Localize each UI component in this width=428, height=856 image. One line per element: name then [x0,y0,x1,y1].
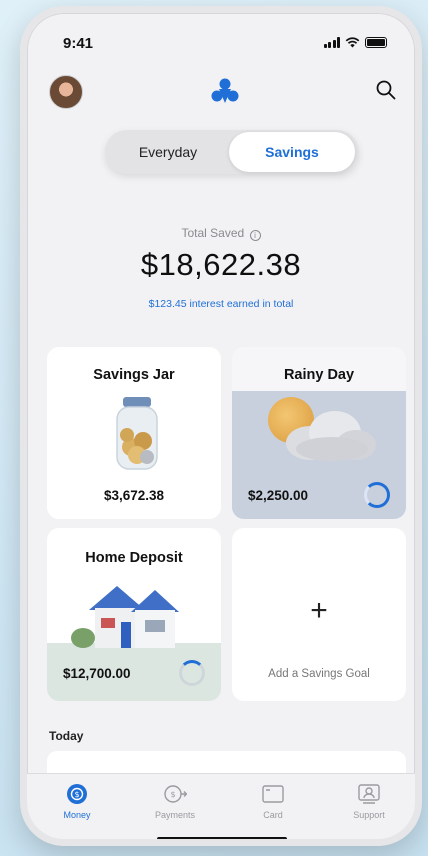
tab-label: Card [263,810,283,820]
phone-frame: 9:41 Everyday Savings Total Saved i $18,… [20,6,422,846]
progress-ring [364,482,390,508]
app-logo-icon [211,78,239,103]
tab-support[interactable]: Support [333,782,405,820]
goal-card-home-deposit[interactable]: Home Deposit $12,700.00 [47,528,221,701]
support-icon [358,784,380,804]
goal-title: Home Deposit [85,550,183,566]
segment-savings[interactable]: Savings [229,132,355,172]
account-segmented-control: Everyday Savings [105,130,359,174]
tab-card[interactable]: Card [237,782,309,820]
info-icon[interactable]: i [249,230,261,241]
tab-bar: $ Money $ Payments Card Support [27,773,415,839]
card-icon [262,785,284,803]
add-goal-label: Add a Savings Goal [268,668,370,680]
status-time: 9:41 [63,35,94,52]
money-icon: $ [67,784,87,804]
total-saved-text: Total Saved [181,226,245,240]
search-icon[interactable] [375,79,397,101]
house-icon [71,586,179,648]
progress-ring [179,660,205,686]
battery-icon [365,37,387,48]
payments-icon: $ [164,785,187,803]
svg-text:$: $ [170,790,175,799]
svg-text:$: $ [74,790,79,799]
goal-title: Rainy Day [283,367,355,383]
tab-money[interactable]: $ Money [41,782,113,820]
home-indicator[interactable] [157,837,287,839]
tab-label: Support [353,810,385,820]
goal-card-rainy-day[interactable]: Rainy Day $2,250.00 [232,347,406,519]
interest-earned-text[interactable]: $123.45 interest earned in total [27,298,415,310]
total-saved-label: Total Saved i [27,226,415,241]
tab-payments[interactable]: $ Payments [139,782,211,820]
goal-title: Savings Jar [93,367,175,383]
profile-avatar[interactable] [49,75,83,109]
goal-amount: $3,672.38 [103,488,165,503]
signal-icon [323,37,340,48]
today-heading: Today [49,729,84,743]
add-savings-goal-card[interactable]: + Add a Savings Goal [232,528,406,701]
wifi-icon [345,37,360,48]
status-icons [323,37,387,48]
goal-amount: $2,250.00 [248,488,309,503]
goal-amount: $12,700.00 [63,666,131,681]
cloud-icon [286,411,376,461]
total-saved-amount: $18,622.38 [140,247,302,282]
goal-card-savings-jar[interactable]: Savings Jar $3,672.38 [47,347,221,519]
tab-label: Payments [154,810,196,820]
jar-icon [116,397,158,470]
segment-everyday[interactable]: Everyday [105,130,231,174]
tab-label: Money [63,810,91,820]
plus-icon: + [310,594,328,627]
status-bar: 9:41 [63,35,387,55]
